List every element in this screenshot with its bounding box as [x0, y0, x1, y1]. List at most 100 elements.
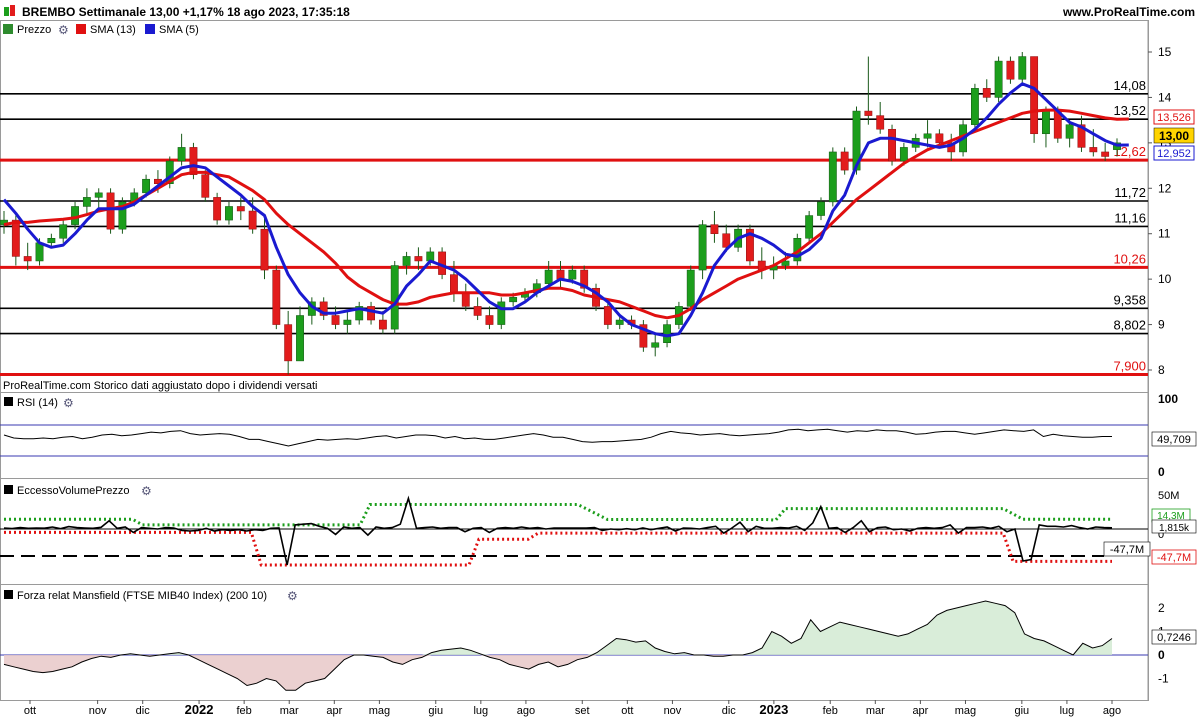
mansfield-swatch [4, 590, 13, 599]
legend-sma13-label: SMA (13) [90, 24, 136, 36]
x-tick-label: mag [955, 705, 976, 717]
candle-body [923, 133, 932, 139]
evp-label: EccessoVolumePrezzo [17, 485, 130, 497]
candle-body [390, 265, 399, 330]
x-tick-label: giu [1014, 705, 1029, 717]
x-tick-label: ago [517, 705, 535, 717]
x-tick-label: feb [823, 705, 838, 717]
level-label: 8,802 [1113, 318, 1146, 333]
price-tick-label: 10 [1158, 272, 1172, 286]
x-tick-label: apr [326, 705, 342, 717]
mansfield-label: Forza relat Mansfield (FTSE MIB40 Index)… [17, 590, 267, 602]
level-label: 9,358 [1113, 292, 1146, 307]
level-label: 11,72 [1114, 185, 1146, 200]
legend-sma13-swatch [76, 24, 86, 34]
candle-body [94, 192, 103, 198]
price-tick-label: 11 [1158, 227, 1171, 241]
x-tick-label: nov [89, 705, 107, 717]
chart-canvas: 14,0813,5212,6211,7211,1610,269,3588,802… [0, 0, 1200, 720]
candle-body [982, 88, 991, 98]
level-label: 11,16 [1114, 210, 1146, 225]
candle-body [461, 292, 470, 307]
price-tick-label: 12 [1158, 181, 1172, 195]
level-label: 10,26 [1113, 251, 1146, 266]
candle-body [1030, 56, 1039, 135]
candle-body [828, 151, 837, 203]
candle-body [876, 115, 885, 130]
footnote: ProRealTime.com Storico dati aggiustato … [3, 380, 317, 392]
sma13-tag-text: 13,526 [1157, 112, 1191, 124]
wrench-icon[interactable]: ⚙ [141, 484, 152, 498]
candle-body [698, 224, 707, 271]
sma5-tag-text: 12,952 [1157, 148, 1191, 160]
x-tick-label: lug [473, 705, 488, 717]
candle-body [1006, 60, 1015, 80]
mansfield-value-text: 0,7246 [1157, 632, 1191, 644]
x-tick-label: ott [621, 705, 633, 717]
x-tick-label: dic [722, 705, 737, 717]
x-tick-label: ott [24, 705, 36, 717]
level-label: 13,52 [1113, 103, 1146, 118]
x-tick-label: apr [912, 705, 928, 717]
candle-body [402, 256, 411, 266]
rsi-label: RSI (14) [17, 397, 58, 409]
candle-body [615, 319, 624, 325]
candle-body [1101, 151, 1110, 157]
x-tick-label: ago [1103, 705, 1121, 717]
x-tick-label: feb [236, 705, 251, 717]
rsi-tick-label: 0 [1158, 465, 1165, 479]
candle-body [284, 324, 293, 362]
candle-body [367, 306, 375, 321]
candle-body [817, 201, 825, 216]
x-tick-label: lug [1060, 705, 1075, 717]
evp-value-text: 1,815k [1159, 523, 1190, 534]
candle-body [686, 269, 695, 307]
mansfield-value-tag: 0,7246 [1151, 629, 1197, 645]
candle-body [414, 256, 423, 262]
candle-body [1089, 147, 1098, 153]
site-link[interactable]: www.ProRealTime.com [1062, 5, 1195, 19]
wrench-icon[interactable]: ⚙ [58, 23, 69, 37]
candle-body [142, 178, 151, 194]
candle-body [840, 151, 849, 171]
header-icon-up [4, 7, 9, 16]
rsi-value-text: 49,709 [1157, 434, 1191, 446]
wrench-icon[interactable]: ⚙ [63, 396, 74, 410]
level-label: 7,900 [1113, 359, 1146, 374]
price-tick-label: 8 [1158, 363, 1165, 377]
candle-body [485, 315, 494, 325]
x-tick-label: set [575, 705, 590, 717]
candle-body [509, 297, 518, 303]
x-tick-label: nov [664, 705, 682, 717]
evp-lower-black-text: -47,7M [1110, 544, 1144, 556]
price-legend: Prezzo ⚙ SMA (13) SMA (5) [3, 23, 199, 37]
price-tick-label: 9 [1158, 318, 1165, 332]
candle-body [805, 215, 814, 239]
candle-body [106, 192, 115, 230]
candle-body [710, 224, 719, 234]
candle-body [82, 197, 91, 207]
x-tick-label: mag [369, 705, 390, 717]
candle-body [260, 228, 269, 271]
legend-price-label: Prezzo [17, 24, 51, 36]
candle-body [497, 301, 506, 325]
legend-sma5-swatch [145, 24, 155, 34]
candle-body [189, 147, 198, 175]
candle-body [1042, 110, 1050, 135]
candle-body [201, 174, 210, 198]
candle-body [899, 147, 908, 162]
candle-body [1065, 124, 1074, 139]
price-tick-label: 15 [1158, 45, 1172, 59]
wrench-icon[interactable]: ⚙ [287, 589, 298, 603]
chart-title: BREMBO Settimanale 13,00 +1,17% 18 ago 2… [22, 5, 350, 19]
candle-body [378, 319, 387, 330]
candle-body [568, 269, 577, 280]
evp-tick-label: 50M [1158, 490, 1179, 502]
candle-body [177, 147, 186, 162]
rsi-tick-label: 100 [1158, 392, 1178, 406]
candle-body [544, 269, 553, 284]
candle-body [23, 256, 32, 262]
candle-body [663, 324, 671, 343]
candle-body [651, 342, 660, 348]
candle-body [213, 197, 222, 221]
